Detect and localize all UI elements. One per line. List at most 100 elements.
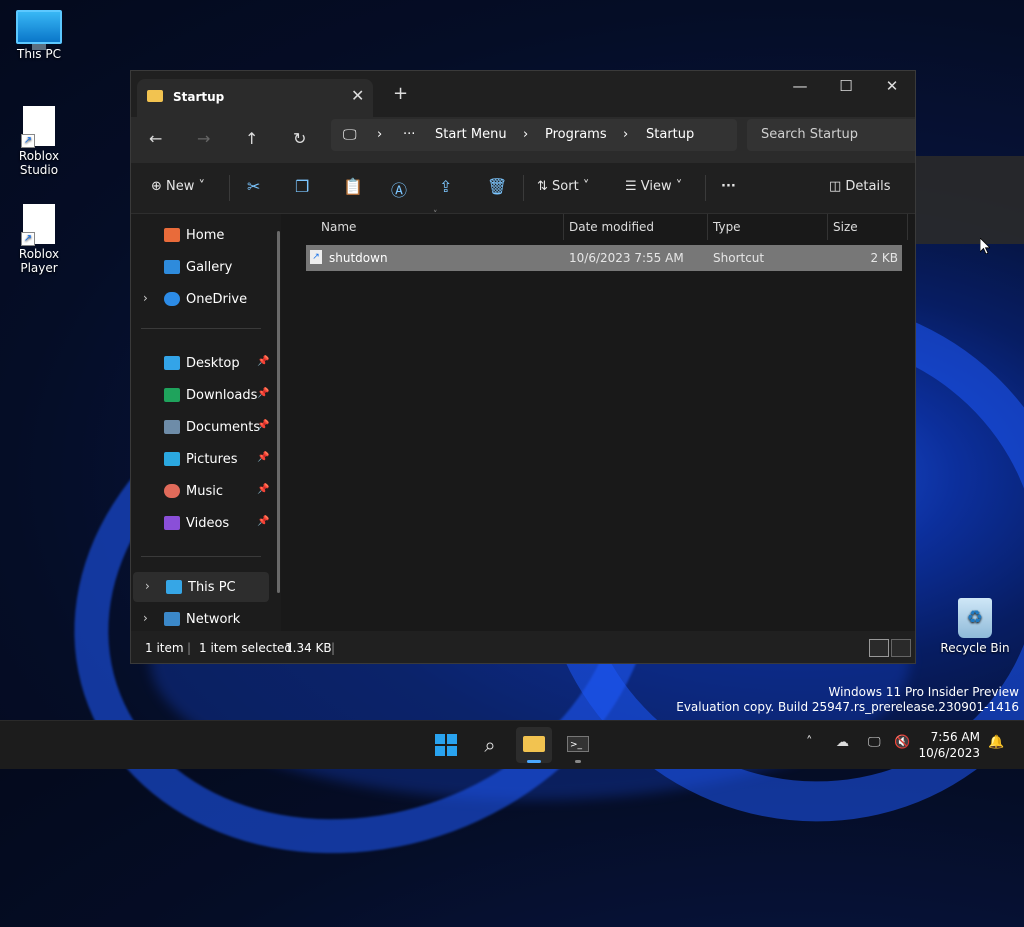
divider: | bbox=[331, 641, 336, 655]
nav-desktop[interactable]: Desktop 📌 bbox=[131, 348, 271, 378]
chevron-right-icon[interactable]: › bbox=[143, 611, 148, 625]
nav-label: Videos bbox=[186, 516, 230, 531]
chevron-up-icon[interactable]: ˄ bbox=[806, 735, 813, 750]
search-icon[interactable]: ⌕ bbox=[472, 727, 508, 763]
column-header-name[interactable]: Name ˅ bbox=[291, 210, 561, 240]
nav-network[interactable]: › Network bbox=[131, 604, 271, 634]
more-path-icon[interactable]: ··· bbox=[403, 127, 415, 142]
nav-scrollbar[interactable] bbox=[277, 231, 280, 593]
search-box[interactable]: Search Startup bbox=[747, 119, 915, 151]
refresh-icon[interactable]: ↻ bbox=[293, 129, 306, 148]
details-view-icon[interactable] bbox=[869, 639, 889, 657]
chevron-right-icon: › bbox=[377, 127, 383, 142]
column-header-date[interactable]: Date modified bbox=[563, 214, 707, 240]
chevron-right-icon: › bbox=[523, 127, 529, 142]
clock[interactable]: 7:56 AM 10/6/2023 bbox=[918, 729, 980, 761]
pin-icon: 📌 bbox=[257, 484, 270, 495]
watermark-line: Windows 11 Pro Insider Preview bbox=[828, 685, 1019, 699]
nav-label: Desktop bbox=[186, 356, 240, 371]
paste-icon[interactable]: 📋 bbox=[343, 177, 363, 196]
sort-button[interactable]: ⇅ Sort ˅ bbox=[537, 179, 589, 194]
file-explorer-taskbar-button[interactable] bbox=[516, 727, 552, 763]
chevron-right-icon[interactable]: › bbox=[145, 579, 150, 593]
divider: | bbox=[187, 641, 192, 655]
nav-onedrive[interactable]: › OneDrive bbox=[131, 284, 271, 314]
new-button[interactable]: ⊕ New ˅ bbox=[151, 179, 205, 194]
status-bar: 1 item | 1 item selected 1.34 KB | bbox=[131, 631, 915, 663]
tab-close-icon[interactable]: ✕ bbox=[351, 86, 364, 105]
item-count: 1 item bbox=[145, 641, 184, 655]
nav-videos[interactable]: Videos 📌 bbox=[131, 508, 271, 538]
nav-label: This PC bbox=[188, 580, 236, 595]
folder-icon bbox=[147, 90, 163, 102]
desktop-icon-this-pc[interactable]: This PC bbox=[1, 10, 77, 61]
divider bbox=[229, 175, 230, 201]
nav-gallery[interactable]: Gallery bbox=[131, 252, 271, 282]
notification-bell-icon[interactable]: 🔔 bbox=[988, 735, 1004, 750]
share-icon[interactable]: ⇪ bbox=[439, 177, 452, 196]
tab-startup[interactable]: Startup ✕ bbox=[137, 79, 373, 117]
tab-title: Startup bbox=[173, 90, 225, 104]
cut-icon[interactable]: ✂ bbox=[247, 177, 260, 196]
pin-icon: 📌 bbox=[257, 388, 270, 399]
maximize-icon[interactable]: ☐ bbox=[823, 77, 869, 95]
large-icons-view-icon[interactable] bbox=[891, 639, 911, 657]
pin-icon: 📌 bbox=[257, 356, 270, 367]
nav-label: Gallery bbox=[186, 260, 233, 275]
terminal-taskbar-button[interactable]: >_ bbox=[560, 727, 596, 763]
search-input[interactable]: Search Startup bbox=[761, 127, 858, 142]
delete-icon[interactable]: 🗑 bbox=[487, 177, 507, 196]
new-tab-icon[interactable]: + bbox=[393, 83, 408, 104]
title-bar: Startup ✕ + — ☐ ✕ bbox=[131, 71, 915, 117]
nav-label: Documents bbox=[186, 420, 261, 435]
forward-icon[interactable]: → bbox=[197, 129, 210, 148]
up-icon[interactable]: ↑ bbox=[245, 129, 258, 148]
column-header-type[interactable]: Type bbox=[707, 214, 827, 240]
breadcrumb-startup[interactable]: Startup bbox=[646, 127, 694, 142]
desktop-icon-roblox-studio[interactable]: Roblox Studio bbox=[1, 106, 77, 177]
nav-pictures[interactable]: Pictures 📌 bbox=[131, 444, 271, 474]
address-bar[interactable]: 🖵 › ··· Start Menu › Programs › Startup bbox=[331, 119, 737, 151]
more-options-icon[interactable]: ··· bbox=[721, 179, 736, 194]
new-label: New bbox=[166, 179, 195, 194]
breadcrumb-start-menu[interactable]: Start Menu bbox=[435, 127, 507, 142]
start-button[interactable] bbox=[428, 727, 464, 763]
watermark-line: Evaluation copy. Build 25947.rs_prerelea… bbox=[676, 700, 1019, 714]
nav-documents[interactable]: Documents 📌 bbox=[131, 412, 271, 442]
chevron-right-icon[interactable]: › bbox=[143, 291, 148, 305]
picture-icon bbox=[164, 452, 180, 466]
monitor-icon: 🖵 bbox=[343, 127, 357, 143]
file-date: 10/6/2023 7:55 AM bbox=[569, 251, 684, 265]
speaker-muted-icon[interactable]: 🔇 bbox=[894, 735, 910, 750]
selection-count: 1 item selected bbox=[199, 641, 293, 655]
computer-icon bbox=[16, 10, 62, 50]
nav-music[interactable]: Music 📌 bbox=[131, 476, 271, 506]
pin-icon: 📌 bbox=[257, 420, 270, 431]
mouse-cursor bbox=[979, 237, 991, 255]
view-button[interactable]: ☰ View ˅ bbox=[625, 179, 682, 194]
column-header-size[interactable]: Size bbox=[827, 214, 907, 240]
taskbar: ⌕ >_ ˄ ☁ 🖵 🔇 7:56 AM 10/6/2023 🔔 bbox=[0, 720, 1024, 769]
recycle-bin-icon: ♻ bbox=[958, 598, 992, 638]
sort-chevron-icon: ˅ bbox=[433, 210, 438, 220]
close-icon[interactable]: ✕ bbox=[869, 77, 915, 95]
nav-downloads[interactable]: Downloads 📌 bbox=[131, 380, 271, 410]
minimize-icon[interactable]: — bbox=[777, 77, 823, 95]
table-row[interactable]: ↗ shutdown 10/6/2023 7:55 AM Shortcut 2 … bbox=[306, 245, 902, 271]
back-icon[interactable]: ← bbox=[149, 129, 162, 148]
network-status-icon[interactable]: 🖵 bbox=[868, 735, 881, 750]
nav-this-pc[interactable]: › This PC bbox=[133, 572, 269, 602]
desktop-icon-recycle-bin[interactable]: ♻ Recycle Bin bbox=[937, 598, 1013, 655]
column-divider[interactable] bbox=[907, 214, 908, 240]
details-button[interactable]: ◫ Details bbox=[829, 179, 891, 194]
desktop-icon-roblox-player[interactable]: Roblox Player bbox=[1, 204, 77, 275]
terminal-icon: >_ bbox=[567, 736, 589, 752]
nav-home[interactable]: Home bbox=[131, 220, 271, 250]
rename-icon[interactable]: Ⓐ bbox=[391, 177, 407, 201]
shortcut-icon: ↗ bbox=[310, 250, 322, 264]
shortcut-file-icon bbox=[21, 106, 55, 148]
pin-icon: 📌 bbox=[257, 452, 270, 463]
breadcrumb-programs[interactable]: Programs bbox=[545, 127, 607, 142]
copy-icon[interactable]: ❐ bbox=[295, 177, 309, 196]
cloud-offline-icon[interactable]: ☁ bbox=[836, 735, 849, 750]
